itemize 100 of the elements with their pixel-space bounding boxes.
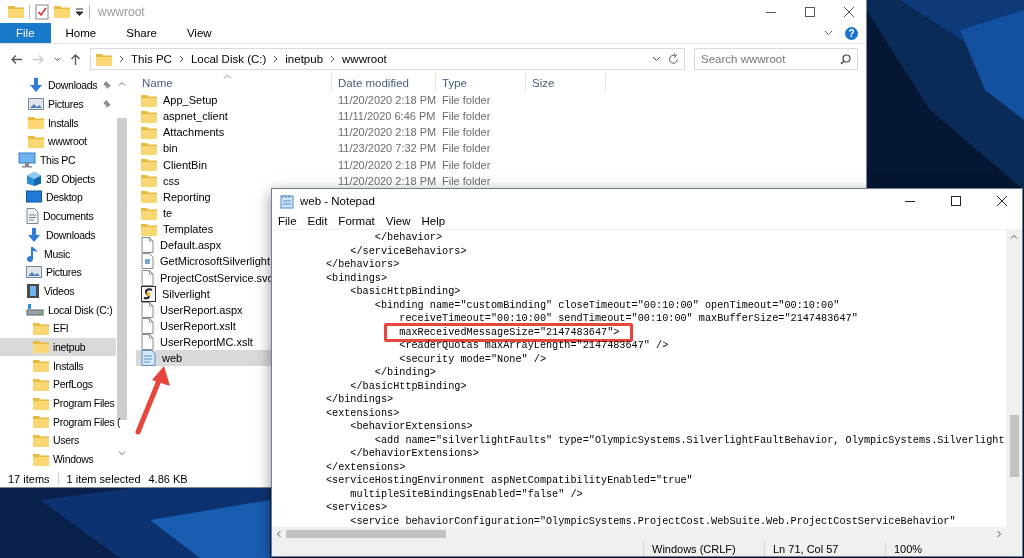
file-row[interactable]: aspnet_client 11/11/2020 6:46 PM File folder: [136, 108, 866, 125]
scrollbar-thumb[interactable]: [1009, 415, 1019, 477]
menu-item[interactable]: Help: [421, 215, 446, 227]
file-row[interactable]: UserReportMC.xslt: [136, 334, 272, 351]
folder-icon: [141, 109, 157, 123]
code-line: </bindings>: [324, 394, 394, 405]
breadcrumb[interactable]: wwwroot: [342, 53, 387, 65]
file-row[interactable]: GetMicrosoftSilverlight: [136, 253, 272, 270]
code-line: </extensions>: [324, 461, 406, 473]
file-name: aspnet_client: [163, 110, 228, 123]
code-line: <serviceHostingEnvironment aspNetCompatibilityEnabled="true": [324, 475, 693, 486]
nav-item[interactable]: PerfLogs: [0, 375, 116, 394]
nav-item[interactable]: Music: [0, 244, 116, 263]
nav-item[interactable]: wwwroot: [0, 132, 116, 151]
file-row[interactable]: UserReport.aspx: [136, 301, 272, 318]
ribbon-tab[interactable]: Share: [111, 23, 172, 43]
nav-item[interactable]: Windows: [0, 449, 116, 469]
chevron-down-icon[interactable]: [652, 56, 661, 62]
nav-item[interactable]: Local Disk (C:): [0, 300, 116, 319]
sort-caret-icon: [223, 74, 232, 79]
code-line: <basicHttpBinding>: [349, 286, 461, 297]
folder-icon: [141, 206, 157, 220]
nav-item[interactable]: This PC: [0, 150, 116, 170]
search-icon[interactable]: [840, 53, 851, 65]
breadcrumb[interactable]: Local Disk (C:): [190, 53, 267, 65]
file-row[interactable]: ProjectCostService.svc: [136, 269, 272, 286]
file-row[interactable]: bin 11/23/2020 7:32 PM File folder: [136, 140, 866, 157]
file-row[interactable]: App_Setup 11/20/2020 2:18 PM File folder: [136, 92, 866, 109]
file-row[interactable]: Templates: [136, 221, 272, 238]
window-title: wwwroot: [98, 4, 145, 19]
folder-icon: [141, 174, 157, 188]
file-row[interactable]: te: [136, 205, 272, 222]
close-icon[interactable]: [843, 5, 855, 18]
maximize-icon[interactable]: [950, 195, 962, 207]
nav-item[interactable]: Downloads: [0, 225, 116, 245]
column-header[interactable]: Type: [436, 73, 526, 92]
item-count: 17 items: [8, 472, 50, 485]
file-row[interactable]: Reporting: [136, 188, 272, 205]
maximize-icon[interactable]: [804, 5, 816, 18]
pin-icon[interactable]: [103, 98, 112, 109]
nav-item[interactable]: Pictures: [0, 262, 116, 282]
pin-icon[interactable]: [103, 80, 112, 90]
file-row[interactable]: UserReport.xslt: [136, 317, 272, 335]
desktop-icon: [26, 190, 42, 205]
nav-item[interactable]: 3D Objects: [0, 169, 116, 189]
scrollbar-thumb[interactable]: [286, 530, 446, 538]
menu-item[interactable]: Format: [338, 215, 375, 227]
nav-item[interactable]: Videos: [0, 281, 116, 301]
menu-item[interactable]: File: [278, 215, 297, 227]
nav-item[interactable]: inetpub: [0, 337, 116, 357]
nav-item[interactable]: Pictures: [0, 94, 116, 114]
column-header[interactable]: Date modified: [332, 73, 436, 92]
status-text: Ln 71, Col 57: [764, 541, 885, 556]
selection-size: 4.86 KB: [148, 472, 188, 485]
column-header[interactable]: Name: [136, 73, 332, 92]
nav-item[interactable]: Users: [0, 431, 116, 450]
ribbon-tab[interactable]: File: [0, 23, 51, 43]
status-text: 100%: [885, 541, 1006, 556]
ribbon-tab[interactable]: View: [171, 23, 227, 43]
file-name: te: [163, 207, 173, 220]
help-button[interactable]: ?: [845, 26, 858, 40]
close-icon[interactable]: [996, 195, 1008, 207]
file-row[interactable]: Default.aspx: [136, 237, 272, 254]
properties-icon[interactable]: [35, 3, 49, 20]
nav-item[interactable]: Program Files: [0, 393, 116, 413]
menu-item[interactable]: View: [385, 215, 411, 227]
nav-item[interactable]: Installs: [0, 113, 116, 133]
chevron-down-icon[interactable]: [824, 30, 833, 36]
file-date: 11/11/2020 6:46 PM: [337, 110, 436, 123]
file-type: File folder: [441, 126, 492, 139]
file-icon: [141, 237, 154, 254]
code-line: </behaviors>: [324, 259, 400, 270]
code-line: <services>: [324, 502, 388, 513]
nav-item[interactable]: Downloads: [0, 76, 116, 95]
nav-item[interactable]: EFI: [0, 318, 116, 338]
scrollbar-thumb[interactable]: [117, 117, 127, 420]
ribbon-tab[interactable]: Home: [50, 23, 112, 43]
nav-item[interactable]: Desktop: [0, 188, 116, 207]
search-field[interactable]: Search wwwroot: [694, 48, 858, 70]
column-header[interactable]: Size: [526, 73, 606, 92]
address-bar[interactable]: This PC Local Disk (C:) inetpub wwwroot: [90, 48, 685, 70]
back-arrow-icon[interactable]: [10, 53, 23, 65]
file-row[interactable]: Attachments 11/20/2020 2:18 PM File folder: [136, 124, 866, 141]
breadcrumb[interactable]: This PC: [131, 53, 172, 65]
caret-icon[interactable]: [54, 56, 61, 62]
file-type: File folder: [441, 174, 492, 187]
folder-icon: [141, 222, 157, 236]
file-row[interactable]: Silverlight: [136, 285, 272, 302]
file-row[interactable]: web: [136, 350, 272, 367]
file-date: 11/20/2020 2:18 PM: [337, 94, 436, 107]
menu-item[interactable]: Edit: [307, 215, 328, 227]
breadcrumb[interactable]: inetpub: [285, 53, 324, 65]
up-arrow-icon[interactable]: [70, 52, 81, 66]
refresh-icon[interactable]: [668, 53, 679, 65]
file-row[interactable]: css 11/20/2020 2:18 PM File folder: [136, 172, 866, 189]
nav-item[interactable]: Documents: [0, 206, 116, 226]
nav-item[interactable]: Installs: [0, 356, 116, 375]
caret-icon[interactable]: [75, 7, 84, 16]
file-name: UserReport.aspx: [160, 303, 243, 316]
file-row[interactable]: ClientBin 11/20/2020 2:18 PM File folder: [136, 156, 866, 173]
